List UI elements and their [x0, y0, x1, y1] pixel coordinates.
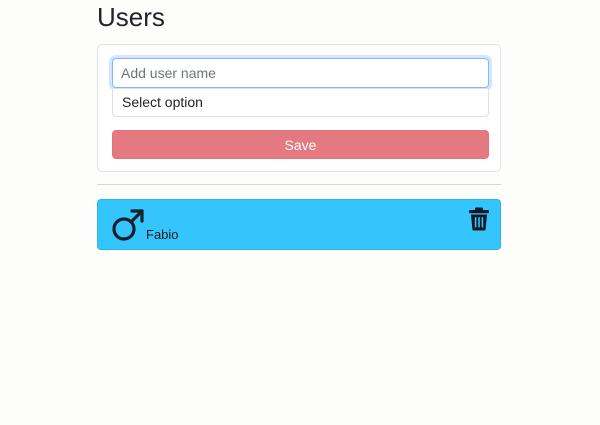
user-name: Fabio — [146, 227, 179, 242]
user-list-item: Fabio — [97, 199, 501, 250]
user-name-input[interactable] — [112, 58, 489, 88]
add-user-form: Select option Save — [97, 44, 501, 172]
save-button[interactable]: Save — [112, 130, 489, 159]
page-title: Users — [97, 2, 165, 32]
divider — [97, 184, 501, 185]
male-icon — [112, 209, 144, 241]
option-select[interactable]: Select option — [112, 88, 489, 117]
trash-icon[interactable] — [468, 207, 490, 231]
page: Users Select option Save Fabio — [0, 0, 600, 425]
